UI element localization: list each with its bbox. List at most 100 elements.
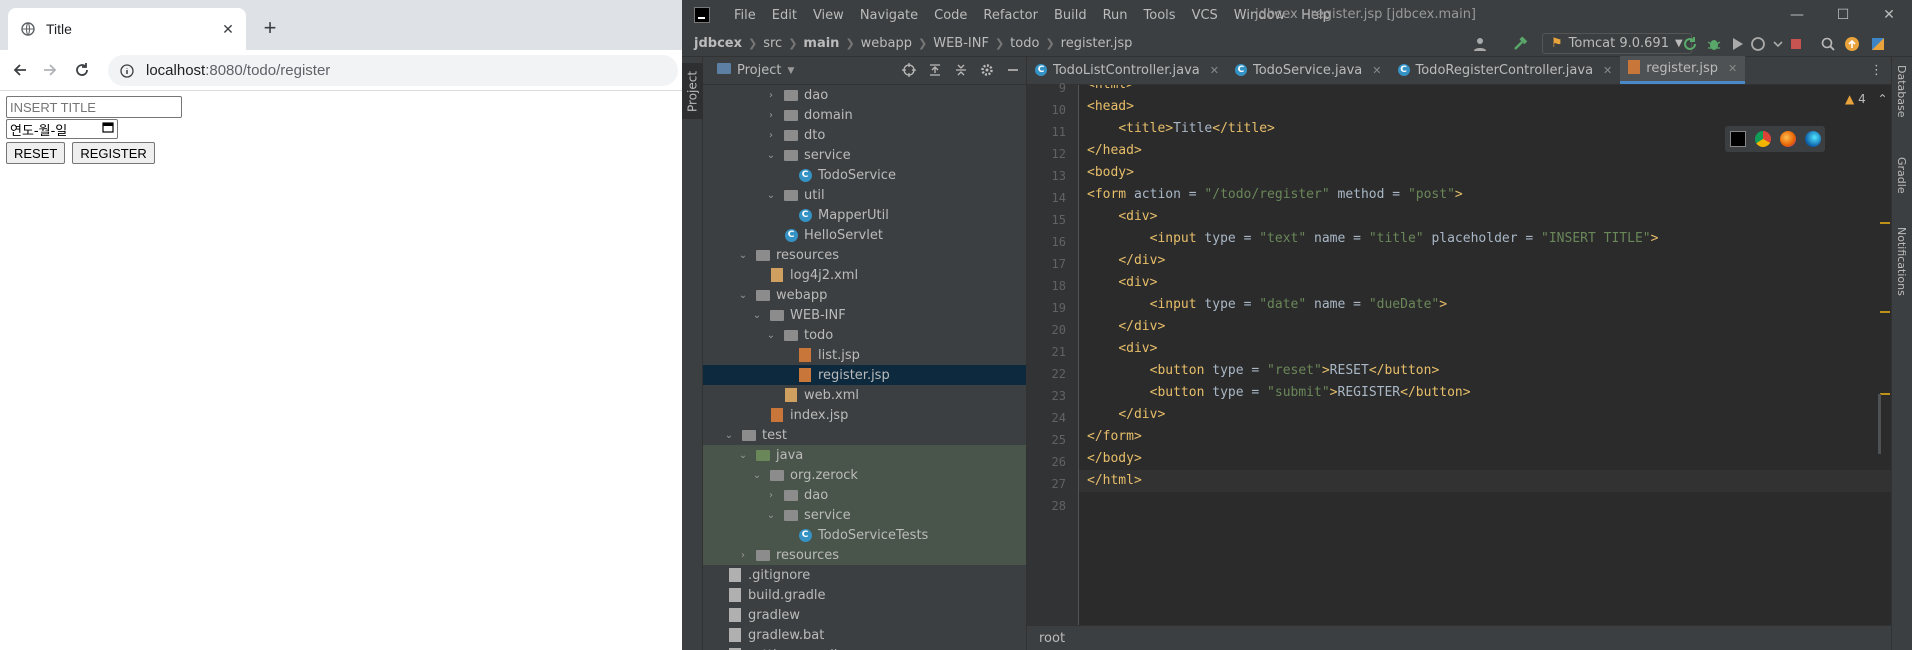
close-window-icon[interactable]: ✕: [1866, 0, 1912, 30]
tree-row[interactable]: ⌄ service: [703, 145, 1026, 165]
menu-item-build[interactable]: Build: [1046, 8, 1095, 23]
breadcrumb-item[interactable]: webapp: [861, 36, 912, 51]
project-view-select[interactable]: Project ▼: [717, 63, 794, 78]
gradle-tool-tab[interactable]: Gradle: [1895, 157, 1908, 194]
title-input[interactable]: [6, 96, 182, 118]
tree-row[interactable]: register.jsp: [703, 365, 1026, 385]
tree-row[interactable]: .gitignore: [703, 565, 1026, 585]
info-icon[interactable]: [118, 62, 136, 80]
run-configuration-select[interactable]: ⚑ Tomcat 9.0.691 ▼: [1542, 33, 1692, 54]
user-icon[interactable]: [1472, 36, 1488, 52]
database-tool-tab[interactable]: Database: [1895, 65, 1908, 118]
chrome-icon[interactable]: [1754, 131, 1771, 147]
more-run-chevron-icon[interactable]: [1770, 36, 1786, 52]
tree-row[interactable]: ⌄ test: [703, 425, 1026, 445]
breadcrumb-item[interactable]: todo: [1010, 36, 1039, 51]
breadcrumb-item[interactable]: WEB-INF: [933, 36, 989, 51]
stripe-mark[interactable]: [1880, 311, 1890, 313]
jetbrains-toolbox-icon[interactable]: [1870, 36, 1886, 52]
tree-row[interactable]: log4j2.xml: [703, 265, 1026, 285]
debug-icon[interactable]: [1706, 36, 1722, 52]
code-line[interactable]: </body>: [1087, 448, 1142, 470]
expand-all-icon[interactable]: [928, 63, 942, 81]
code-line[interactable]: </div>: [1087, 316, 1165, 338]
tree-row[interactable]: settings.gradle: [703, 645, 1026, 650]
tree-row[interactable]: › dao: [703, 485, 1026, 505]
tree-row[interactable]: › dto: [703, 125, 1026, 145]
code-line[interactable]: <head>: [1087, 96, 1134, 118]
tree-row[interactable]: ⌄ java: [703, 445, 1026, 465]
tree-row[interactable]: gradlew: [703, 605, 1026, 625]
stripe-mark[interactable]: [1880, 222, 1890, 224]
tree-row[interactable]: ⌄ org.zerock: [703, 465, 1026, 485]
code-line[interactable]: <button type = "reset">RESET</button>: [1087, 360, 1440, 382]
chevron-down-icon[interactable]: ⌄: [751, 309, 763, 321]
menu-item-run[interactable]: Run: [1095, 8, 1136, 23]
code-line[interactable]: <div>: [1087, 206, 1157, 228]
menu-item-file[interactable]: File: [726, 8, 764, 23]
locate-icon[interactable]: [902, 63, 916, 81]
tree-row[interactable]: › resources: [703, 545, 1026, 565]
tree-row[interactable]: ⌄ webapp: [703, 285, 1026, 305]
code-line[interactable]: <button type = "submit">REGISTER</button…: [1087, 382, 1471, 404]
more-options-icon[interactable]: ⋮: [1870, 63, 1883, 78]
editor-tab[interactable]: register.jsp ✕: [1620, 56, 1746, 84]
code-line[interactable]: <div>: [1087, 338, 1157, 360]
chevron-down-icon[interactable]: ⌄: [737, 249, 749, 261]
register-button[interactable]: REGISTER: [72, 142, 155, 164]
tree-row[interactable]: ⌄ todo: [703, 325, 1026, 345]
stripe-mark[interactable]: [1880, 393, 1890, 395]
editor-tab[interactable]: C TodoRegisterController.java ✕: [1390, 56, 1621, 84]
tree-row[interactable]: ⌄ resources: [703, 245, 1026, 265]
chevron-right-icon[interactable]: ›: [765, 89, 777, 101]
calendar-icon[interactable]: [102, 121, 114, 137]
tree-row[interactable]: list.jsp: [703, 345, 1026, 365]
chevron-down-icon[interactable]: ⌄: [765, 149, 777, 161]
minimize-icon[interactable]: —: [1774, 0, 1820, 30]
tree-row[interactable]: ⌄ service: [703, 505, 1026, 525]
code-line[interactable]: <body>: [1087, 162, 1134, 184]
reload-icon[interactable]: [70, 58, 94, 82]
menu-item-tools[interactable]: Tools: [1136, 8, 1184, 23]
breadcrumb-item[interactable]: main: [803, 36, 839, 51]
code-line[interactable]: <title>Title</title>: [1087, 118, 1275, 140]
code-line[interactable]: <form action = "/todo/register" method =…: [1087, 184, 1463, 206]
maximize-icon[interactable]: ☐: [1820, 0, 1866, 30]
forward-arrow-icon[interactable]: [38, 58, 62, 82]
status-text[interactable]: root: [1039, 631, 1065, 646]
notifications-tool-tab[interactable]: Notifications: [1895, 227, 1908, 296]
code-line[interactable]: </div>: [1087, 250, 1165, 272]
address-bar[interactable]: localhost:8080/todo/register: [108, 55, 678, 86]
profile-icon[interactable]: [1750, 36, 1766, 52]
tree-row[interactable]: › domain: [703, 105, 1026, 125]
project-tool-tab[interactable]: Project: [682, 63, 703, 119]
firefox-icon[interactable]: [1779, 131, 1796, 147]
tree-row[interactable]: index.jsp: [703, 405, 1026, 425]
intellij-logo-icon[interactable]: [694, 7, 710, 23]
code-line[interactable]: <html>: [1087, 85, 1134, 96]
code-line[interactable]: </html>: [1079, 470, 1891, 492]
editor-tab[interactable]: C TodoService.java ✕: [1227, 56, 1390, 84]
tree-row[interactable]: gradlew.bat: [703, 625, 1026, 645]
close-tab-icon[interactable]: ✕: [1728, 62, 1737, 75]
close-tab-icon[interactable]: ✕: [216, 17, 240, 41]
editor-tab[interactable]: C TodoListController.java ✕: [1027, 56, 1227, 84]
chevron-down-icon[interactable]: ⌄: [765, 509, 777, 521]
menu-item-edit[interactable]: Edit: [764, 8, 805, 23]
reset-button[interactable]: RESET: [6, 142, 66, 164]
code-line[interactable]: </form>: [1087, 426, 1142, 448]
edge-icon[interactable]: [1804, 131, 1821, 147]
rerun-icon[interactable]: [1682, 36, 1698, 52]
chevron-right-icon[interactable]: ›: [765, 489, 777, 501]
menu-item-vcs[interactable]: VCS: [1184, 8, 1226, 23]
due-date-input[interactable]: 연도-월-일: [6, 119, 118, 139]
gear-icon[interactable]: [980, 63, 994, 81]
tree-row[interactable]: build.gradle: [703, 585, 1026, 605]
chevron-down-icon[interactable]: ⌄: [751, 469, 763, 481]
code-editor[interactable]: <html><head> <title>Title</title></head>…: [1079, 85, 1891, 625]
build-hammer-icon[interactable]: [1512, 36, 1528, 52]
menu-item-refactor[interactable]: Refactor: [975, 8, 1046, 23]
chevron-down-icon[interactable]: ⌄: [765, 329, 777, 341]
close-tab-icon[interactable]: ✕: [1210, 64, 1219, 77]
tree-row[interactable]: web.xml: [703, 385, 1026, 405]
